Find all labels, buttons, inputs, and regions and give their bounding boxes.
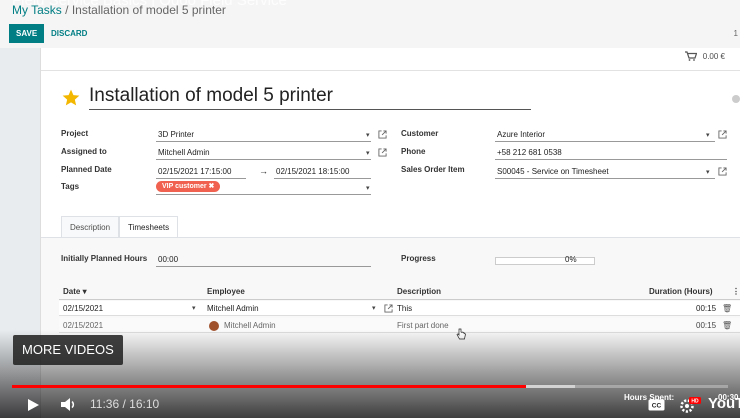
- video-time: 11:36 / 16:10: [90, 397, 160, 411]
- field-underline: [495, 159, 727, 160]
- stat-amount: 0.00 €: [702, 51, 725, 61]
- svg-text:HD: HD: [691, 399, 699, 405]
- chevron-down-icon[interactable]: ▾: [366, 131, 370, 139]
- planned-date-label: Planned Date: [61, 165, 112, 174]
- chevron-down-icon[interactable]: ▾: [706, 131, 710, 139]
- customer-label: Customer: [401, 129, 439, 138]
- trash-icon[interactable]: 🗑: [722, 301, 732, 316]
- breadcrumb-my-tasks[interactable]: My Tasks: [12, 3, 62, 17]
- date-range-arrow-icon: →: [259, 166, 268, 176]
- progress-value: 0%: [565, 255, 577, 264]
- youtube-logo[interactable]: YouTube: [708, 395, 740, 412]
- external-link-icon[interactable]: [378, 130, 387, 139]
- field-underline: [495, 141, 715, 142]
- progress-bar: [495, 257, 595, 265]
- external-link-icon[interactable]: [378, 148, 387, 157]
- column-options-icon[interactable]: ⋮: [732, 284, 740, 300]
- chevron-down-icon[interactable]: ▾: [366, 149, 370, 157]
- field-underline: [274, 178, 371, 179]
- divider: [41, 70, 740, 71]
- assigned-to-label: Assigned to: [61, 147, 107, 156]
- column-employee[interactable]: Employee: [207, 284, 245, 300]
- planned-hours-field[interactable]: 00:00: [158, 255, 178, 264]
- field-underline: [156, 266, 371, 267]
- progress-scrubber[interactable]: [12, 385, 728, 388]
- external-link-icon[interactable]: [718, 130, 727, 139]
- row-employee-input[interactable]: Mitchell Admin: [207, 301, 259, 316]
- captions-icon[interactable]: CC: [648, 399, 665, 411]
- project-label: Project: [61, 129, 89, 138]
- play-icon[interactable]: [27, 398, 40, 412]
- column-description[interactable]: Description: [397, 284, 441, 300]
- sales-stat-button[interactable]: 0.00 €: [684, 51, 725, 61]
- planned-date-start-field[interactable]: 02/15/2021 17:15:00: [158, 167, 231, 176]
- task-title-row: Installation of model 5 printer: [61, 85, 531, 110]
- timesheet-table-header: Date ▾ Employee Description Duration (Ho…: [59, 284, 740, 300]
- tab-timesheets[interactable]: Timesheets: [119, 216, 179, 238]
- sales-order-item-label: Sales Order Item: [401, 165, 465, 174]
- chevron-down-icon[interactable]: ▾: [192, 301, 196, 316]
- tab-description[interactable]: Description: [61, 216, 120, 238]
- save-button[interactable]: SAVE: [9, 24, 45, 43]
- chevron-down-icon[interactable]: ▾: [372, 301, 376, 316]
- row-date-input[interactable]: 02/15/2021: [63, 301, 103, 316]
- pager-value[interactable]: 1: [734, 29, 738, 38]
- chevron-down-icon[interactable]: ▾: [366, 184, 370, 192]
- field-underline: [495, 178, 715, 179]
- cart-icon: [684, 51, 697, 61]
- row-description-input[interactable]: This: [397, 301, 412, 316]
- played-bar: [12, 385, 526, 388]
- breadcrumb-separator: /: [61, 3, 72, 17]
- settings-hd-icon[interactable]: HD: [679, 397, 701, 413]
- field-underline: [156, 194, 371, 195]
- table-row[interactable]: 02/15/2021 ▾ Mitchell Admin ▾ This 00:15…: [59, 301, 740, 316]
- kanban-state-dot[interactable]: [732, 95, 740, 103]
- svg-text:CC: CC: [652, 403, 662, 410]
- volume-icon[interactable]: [60, 397, 78, 412]
- field-underline: [156, 141, 371, 142]
- field-underline: [156, 178, 246, 179]
- column-duration[interactable]: Duration (Hours): [649, 284, 713, 300]
- star-icon[interactable]: [61, 88, 81, 108]
- sales-order-item-field[interactable]: S00045 - Service on Timesheet: [497, 167, 609, 176]
- discard-button[interactable]: DISCARD: [51, 24, 87, 43]
- breadcrumb-current: Installation of model 5 printer: [71, 3, 226, 17]
- planned-hours-label: Initially Planned Hours: [61, 254, 148, 263]
- external-link-icon[interactable]: [718, 167, 727, 176]
- control-panel: Field Service Basics | Odoo Field Servic…: [0, 0, 740, 48]
- planned-date-end-field[interactable]: 02/15/2021 18:15:00: [276, 167, 349, 176]
- field-underline: [156, 159, 371, 160]
- more-videos-button[interactable]: MORE VIDEOS: [13, 335, 123, 365]
- breadcrumb: My Tasks / Installation of model 5 print…: [12, 3, 226, 17]
- row-duration-input[interactable]: 00:15: [696, 301, 716, 316]
- column-date[interactable]: Date ▾: [63, 284, 87, 300]
- tags-label: Tags: [61, 182, 80, 191]
- external-link-icon[interactable]: [384, 304, 393, 313]
- task-title[interactable]: Installation of model 5 printer: [89, 85, 531, 110]
- customer-field[interactable]: Azure Interior: [497, 130, 545, 139]
- notebook-tabs: Description Timesheets: [61, 216, 179, 238]
- project-field[interactable]: 3D Printer: [158, 130, 194, 139]
- tag-vip-customer[interactable]: VIP customer ✖: [156, 181, 221, 192]
- assigned-to-field[interactable]: Mitchell Admin: [158, 148, 210, 157]
- phone-field[interactable]: +58 212 681 0538: [497, 148, 562, 157]
- chevron-down-icon[interactable]: ▾: [706, 168, 710, 176]
- phone-label: Phone: [401, 147, 426, 156]
- progress-label: Progress: [401, 254, 436, 263]
